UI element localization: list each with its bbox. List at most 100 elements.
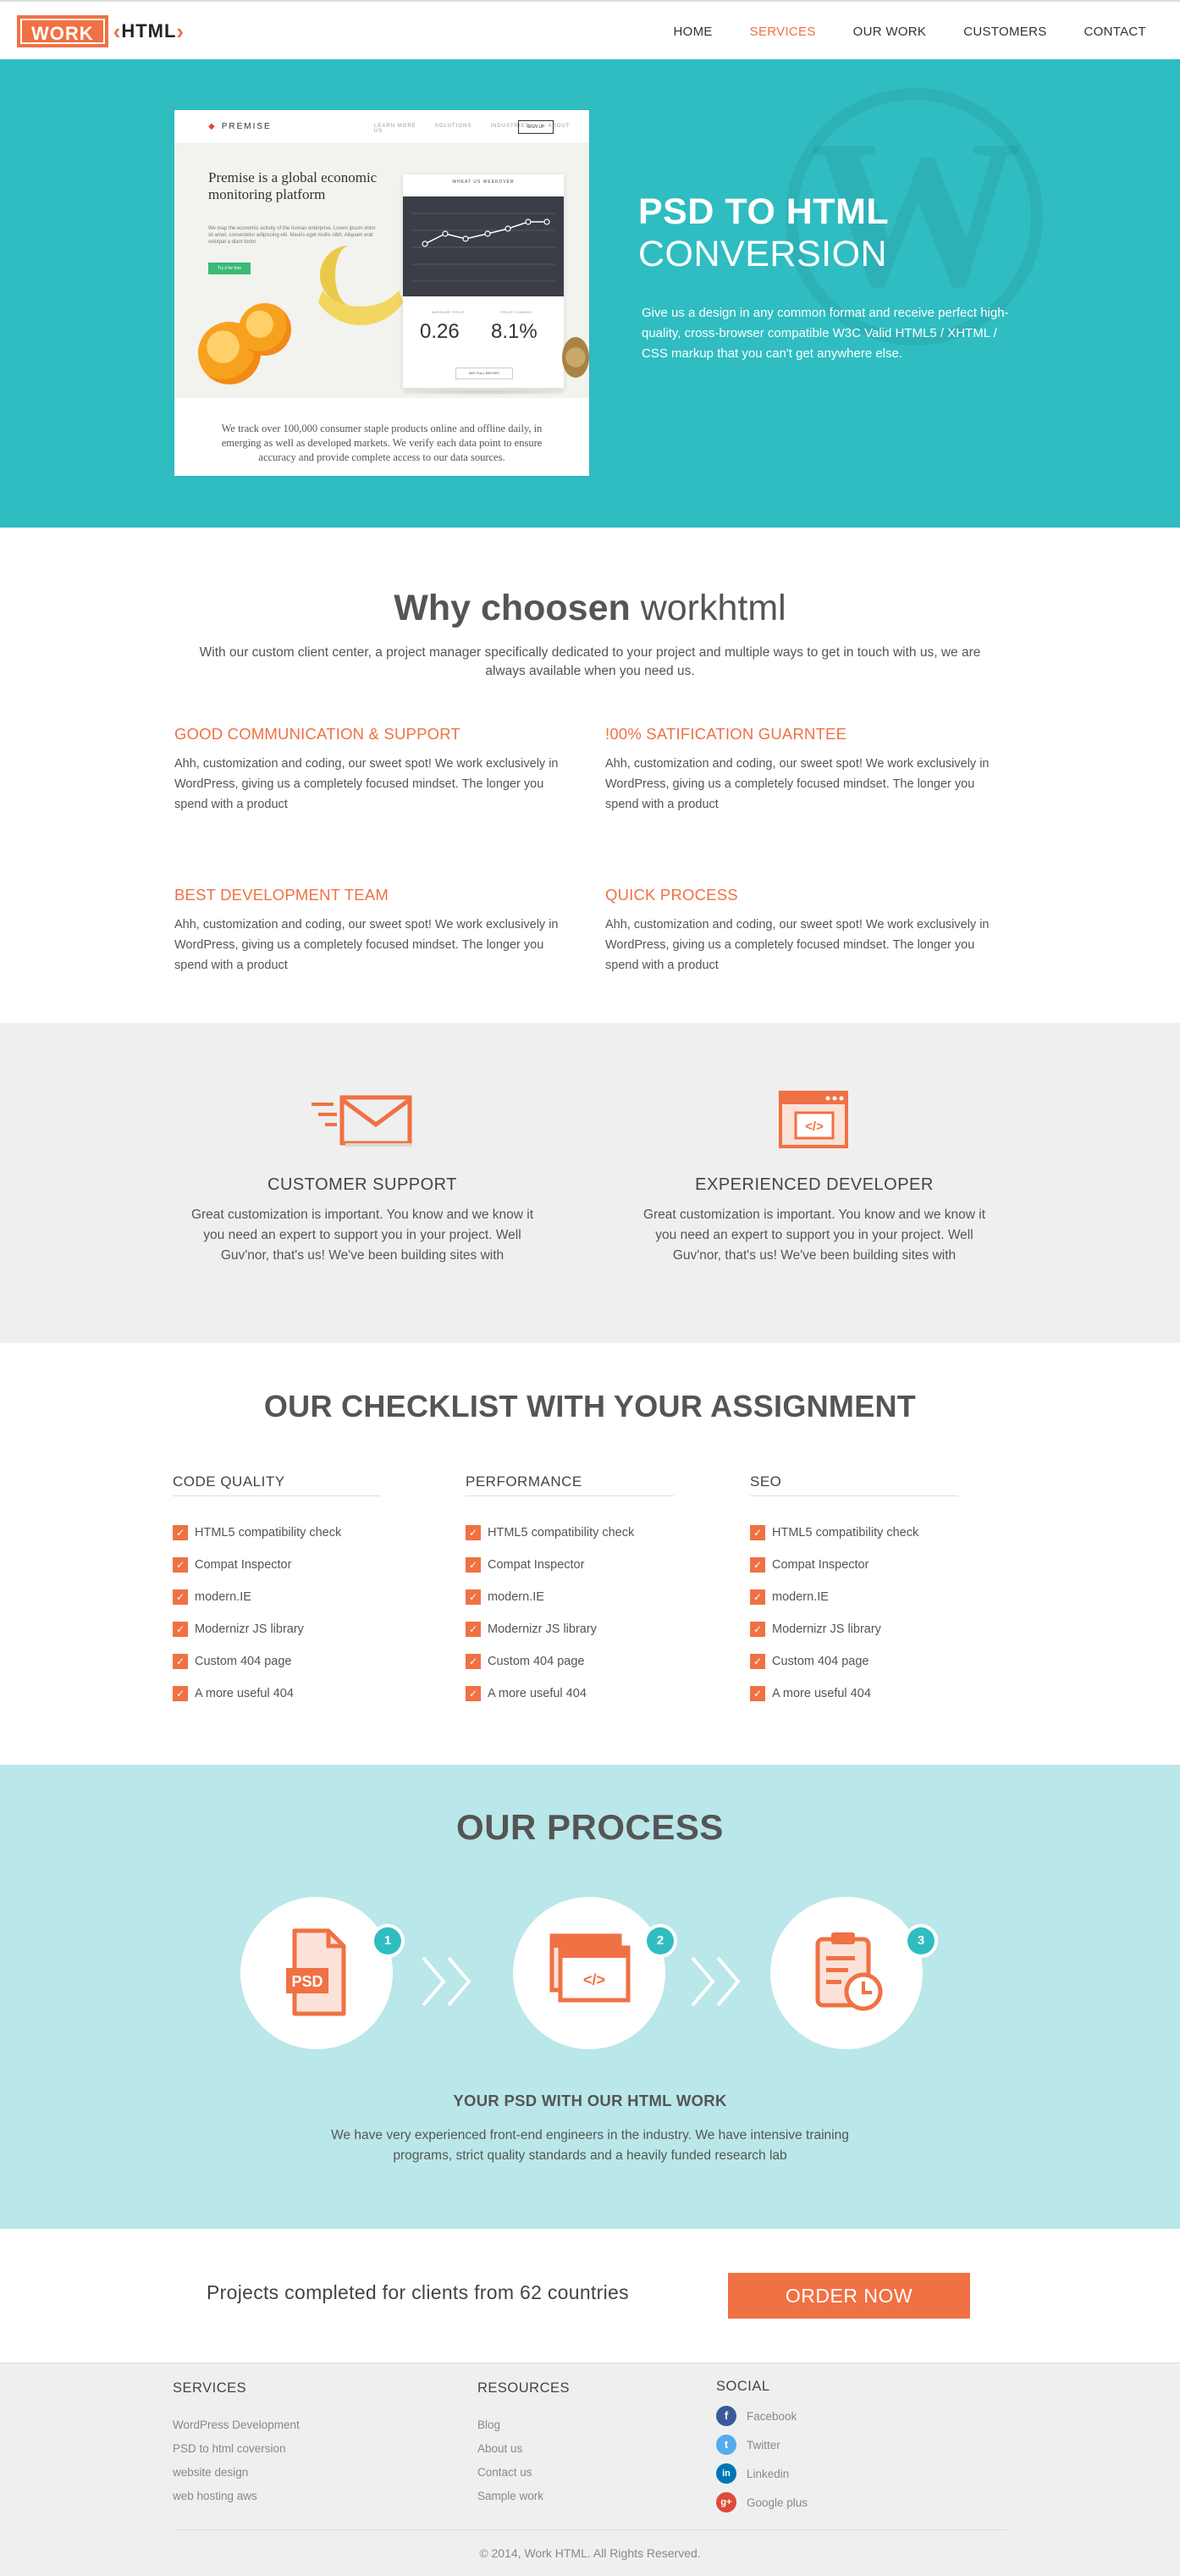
process-step-number: 1 [374, 1927, 401, 1954]
mockup-shadow [403, 390, 564, 395]
double-chevron-icon [422, 1956, 471, 2007]
mockup-stat2: 8.1% [491, 320, 538, 343]
orange-image [239, 303, 291, 356]
mockup-caption: We track over 100,000 consumer staple pr… [221, 423, 543, 463]
mockup-chart-svg [411, 213, 555, 282]
checkbox-icon: ✓ [173, 1525, 188, 1540]
checkbox-icon: ✓ [173, 1654, 188, 1669]
checklist-title: OUR CHECKLIST WITH YOUR ASSIGNMENT [263, 1389, 917, 1423]
footer-link[interactable]: About us [477, 2437, 570, 2461]
mockup-card: WHEAT US WEEKOVER AVERAGE PRICE PRICE CH… [403, 174, 564, 388]
linkedin-icon: in [716, 2463, 736, 2484]
logo[interactable]: WORK ‹ HTML › [17, 15, 185, 47]
checkbox-icon: ✓ [466, 1654, 481, 1669]
social-facebook[interactable]: f Facebook [716, 2402, 808, 2430]
site-header: WORK ‹ HTML › HOME SERVICES OUR WORK CUSTO… [0, 0, 1180, 59]
clipboard-clock-icon [815, 1932, 883, 2011]
feature-title: !00% SATIFICATION GUARNTEE [605, 725, 847, 743]
checkbox-icon: ✓ [173, 1686, 188, 1701]
feature-guarantee: !00% SATIFICATION GUARNTEE Ahh, customiz… [605, 725, 995, 815]
logo-html: ‹ HTML › [113, 18, 185, 44]
social-google-plus[interactable]: g+ Google plus [716, 2488, 808, 2517]
checkbox-icon: ✓ [750, 1622, 765, 1637]
mockup-signup: SIGN UP [518, 120, 554, 134]
feature-communication: GOOD COMMUNICATION & SUPPORT Ahh, custom… [174, 725, 564, 815]
process-description: We have very experienced front-end engin… [331, 2128, 849, 2163]
psd-label: PSD [291, 1973, 323, 1990]
footer-link[interactable]: website design [173, 2461, 300, 2485]
checklist-item: ✓ A more useful 404 [466, 1678, 674, 1710]
checkbox-icon: ✓ [750, 1557, 765, 1573]
logo-work: WORK [17, 15, 108, 47]
feature-text: Ahh, customization and coding, our sweet… [605, 757, 990, 811]
services-section: CUSTOMER SUPPORT Great customization is … [0, 1023, 1180, 1343]
website-mockup-image: PREMISE LEARN MORESOLUTIONSINDUSTRIESABO… [174, 110, 589, 476]
feature-team: BEST DEVELOPMENT TEAM Ahh, customization… [174, 886, 564, 976]
checkbox-icon: ✓ [173, 1557, 188, 1573]
main-nav: HOME SERVICES OUR WORK CUSTOMERS CONTACT [636, 2, 1146, 61]
service-title: CUSTOMER SUPPORT [267, 1175, 457, 1194]
checkbox-icon: ✓ [466, 1557, 481, 1573]
site-footer: SERVICES WordPress Development PSD to ht… [0, 2363, 1180, 2576]
checklist-item: ✓ Custom 404 page [173, 1645, 381, 1678]
checklist-heading: CODE QUALITY [173, 1473, 381, 1496]
process-step-number: 3 [907, 1927, 935, 1954]
footer-link[interactable]: Contact us [477, 2461, 570, 2485]
nav-home[interactable]: HOME [673, 25, 712, 39]
footer-heading: SERVICES [173, 2380, 247, 2396]
nav-contact[interactable]: CONTACT [1084, 25, 1146, 39]
footer-link[interactable]: WordPress Development [173, 2413, 300, 2437]
walnut-image [562, 337, 589, 378]
service-experienced-developer: </> EXPERIENCED DEVELOPER Great customiz… [637, 1091, 992, 1266]
nav-our-work[interactable]: OUR WORK [853, 25, 927, 39]
process-heading: YOUR PSD WITH OUR HTML WORK [453, 2092, 727, 2109]
checklist-item: ✓ Compat Inspector [750, 1549, 958, 1581]
feature-text: Ahh, customization and coding, our sweet… [174, 918, 559, 972]
nav-services[interactable]: SERVICES [750, 25, 816, 39]
process-step-2: </> [513, 1897, 665, 2049]
process-step-3 [770, 1897, 923, 2049]
hero-description: Give us a design in any common format an… [642, 306, 1009, 361]
footer-link[interactable]: Blog [477, 2413, 570, 2437]
footer-link[interactable]: Sample work [477, 2485, 570, 2508]
social-twitter[interactable]: t Twitter [716, 2430, 808, 2459]
checklist-item: ✓ Compat Inspector [466, 1549, 674, 1581]
footer-services: SERVICES WordPress Development PSD to ht… [173, 2380, 300, 2508]
mockup-stat1-label: AVERAGE PRICE [432, 310, 465, 314]
order-now-button[interactable]: ORDER NOW [728, 2273, 970, 2319]
mockup-card-title: WHEAT US WEEKOVER [452, 180, 515, 185]
facebook-icon: f [716, 2406, 736, 2426]
svg-text:</>: </> [583, 1971, 605, 1988]
checklist-item: ✓ HTML5 compatibility check [466, 1517, 674, 1549]
mockup-report-button: SEE FULL REPORT [455, 368, 513, 379]
double-chevron-icon [691, 1956, 741, 2007]
service-customer-support: CUSTOMER SUPPORT Great customization is … [185, 1091, 540, 1266]
hero-title-light: CONVERSION [638, 234, 888, 274]
checklist-item: ✓ Custom 404 page [750, 1645, 958, 1678]
mockup-line-chart [403, 196, 564, 296]
social-linkedin[interactable]: in Linkedin [716, 2459, 808, 2488]
checklist-item: ✓ modern.IE [750, 1581, 958, 1613]
footer-resources: RESOURCES Blog About us Contact us Sampl… [477, 2380, 570, 2508]
feature-text: Ahh, customization and coding, our sweet… [605, 918, 990, 972]
checklist-column-seo: SEO ✓ HTML5 compatibility check ✓ Compat I… [750, 1473, 958, 1710]
checkbox-icon: ✓ [466, 1525, 481, 1540]
footer-link[interactable]: web hosting aws [173, 2485, 300, 2508]
nav-customers[interactable]: CUSTOMERS [963, 25, 1046, 39]
checkbox-icon: ✓ [750, 1654, 765, 1669]
service-text: Great customization is important. You kn… [190, 1208, 534, 1263]
cta-text: Projects completed for clients from 62 c… [207, 2281, 629, 2303]
mockup-paragraph: We map the economic activity of the huma… [208, 226, 376, 245]
checkbox-icon: ✓ [750, 1589, 765, 1605]
footer-link[interactable]: PSD to html coversion [173, 2437, 300, 2461]
mockup-stat1: 0.26 [420, 320, 460, 343]
svg-text:</>: </> [805, 1119, 824, 1134]
footer-heading: SOCIAL [716, 2379, 770, 2394]
feature-title: QUICK PROCESS [605, 886, 738, 904]
feature-quick-process: QUICK PROCESS Ahh, customization and cod… [605, 886, 995, 976]
mail-icon [312, 1091, 413, 1152]
mockup-nav: PREMISE LEARN MORESOLUTIONSINDUSTRIESABO… [174, 110, 589, 144]
checklist-item: ✓ Custom 404 page [466, 1645, 674, 1678]
google-plus-icon: g+ [716, 2492, 736, 2512]
checkbox-icon: ✓ [466, 1622, 481, 1637]
